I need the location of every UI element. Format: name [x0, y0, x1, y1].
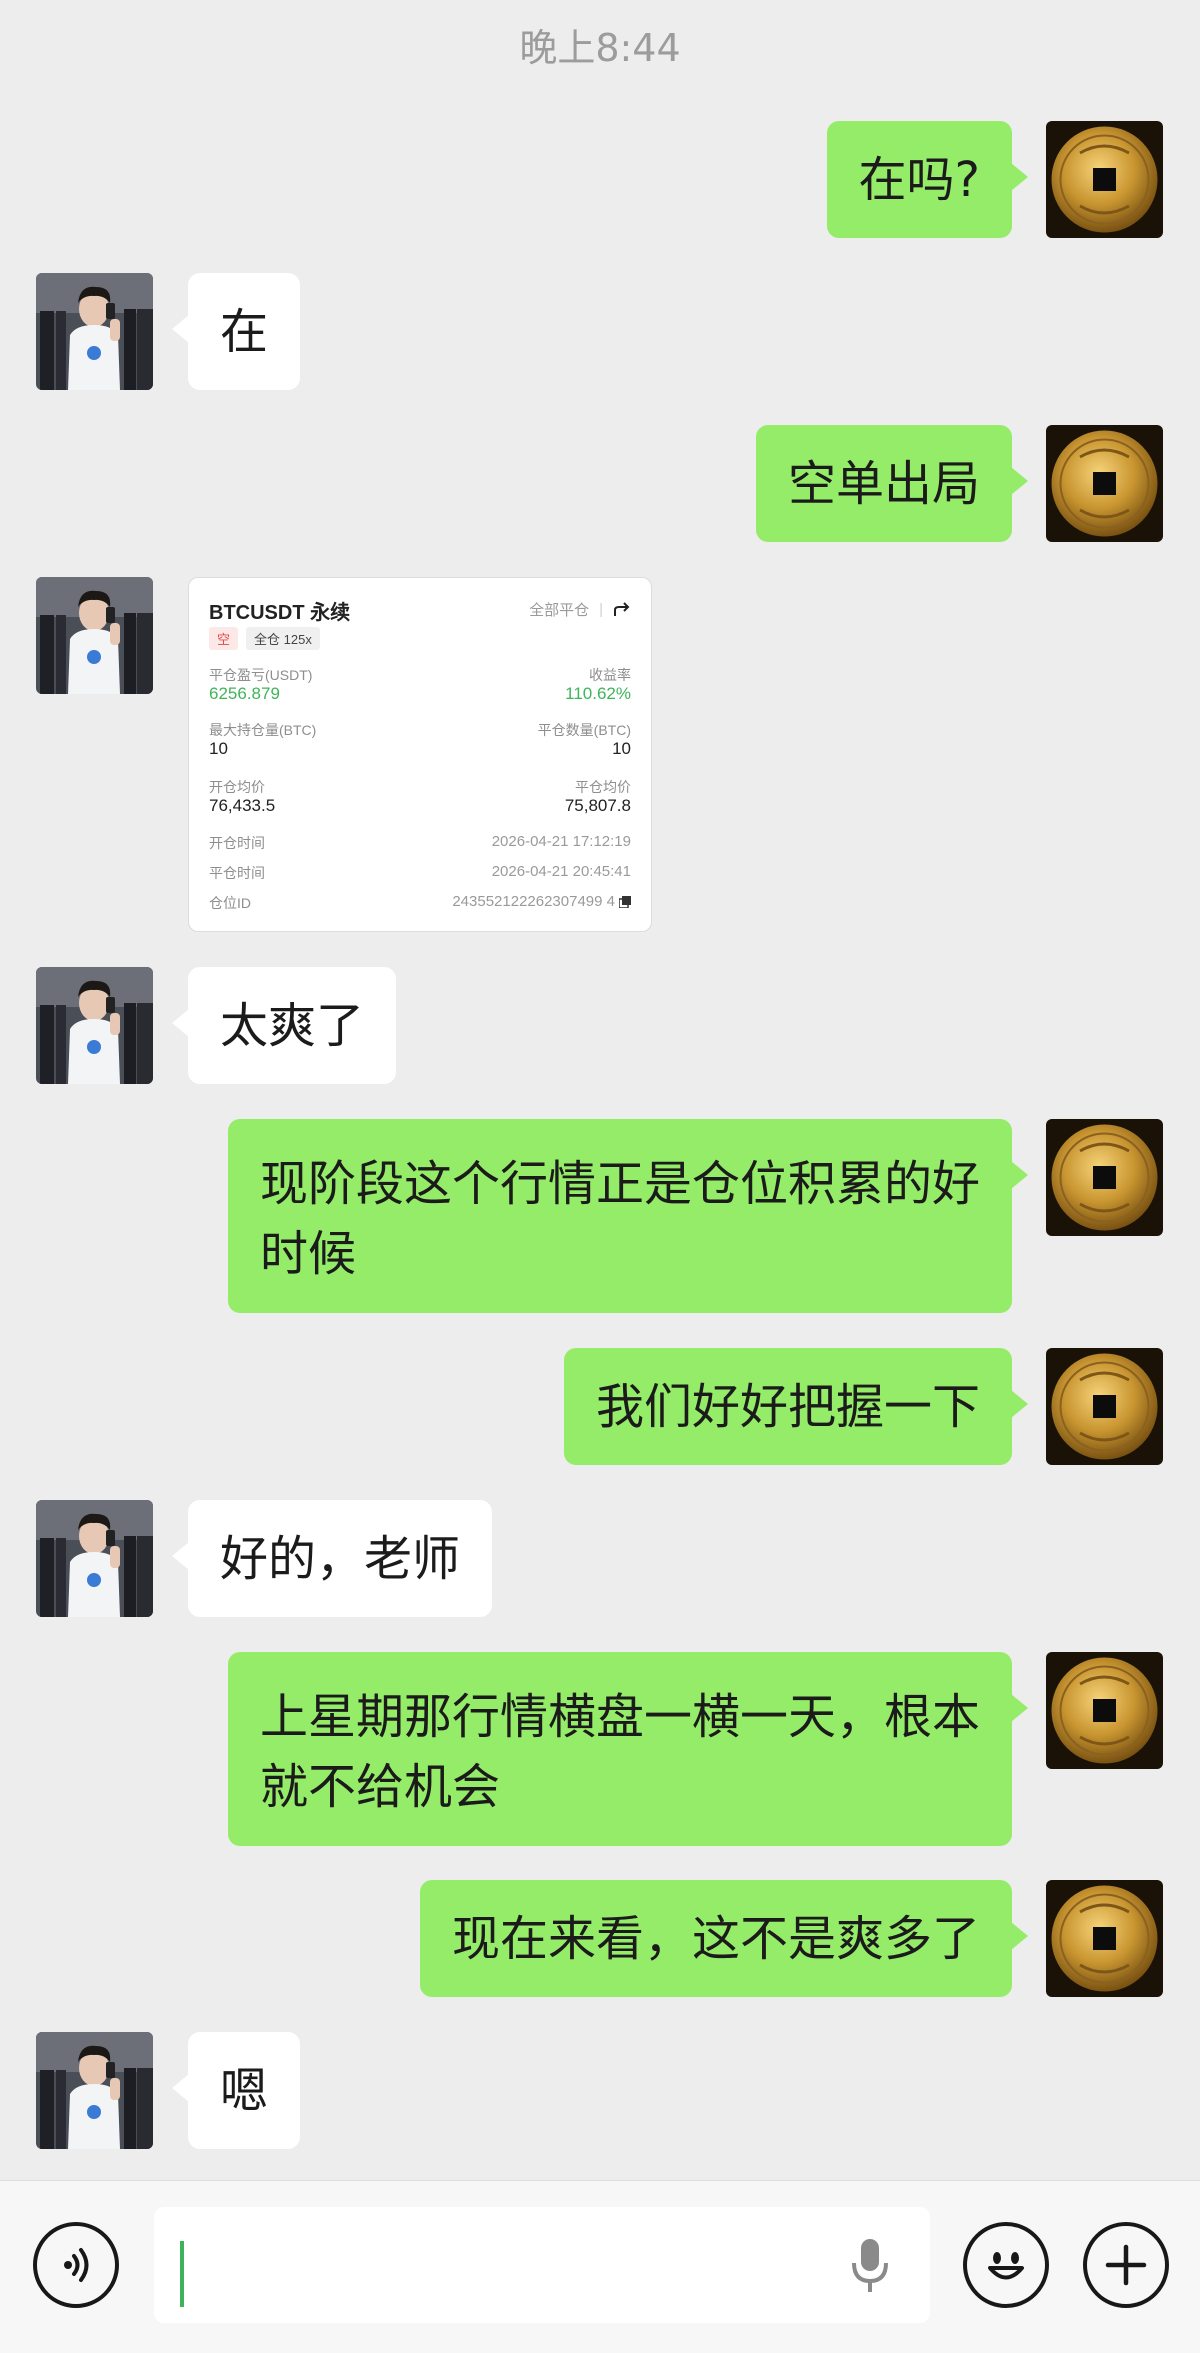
my-avatar[interactable]	[1046, 1348, 1163, 1465]
pnl-value: 6256.879	[209, 684, 280, 703]
card-actions: 全部平仓 |	[529, 599, 631, 620]
voice-mode-button[interactable]	[33, 2222, 119, 2308]
my-avatar[interactable]	[1046, 1880, 1163, 1997]
message-text: 好的，老师	[220, 1530, 461, 1587]
close-time-value: 2026-04-21 20:45:41	[491, 863, 631, 880]
message-bubble-outgoing[interactable]: 现在来看，这不是爽多了	[419, 1880, 1029, 1997]
separator: |	[599, 601, 603, 618]
message-bubble-outgoing[interactable]: 我们好好把握一下	[563, 1348, 1029, 1465]
open-avg-value: 76,433.5	[209, 796, 276, 815]
emoji-button[interactable]	[963, 2222, 1049, 2308]
message-text: 空单出局	[787, 455, 980, 512]
emoji-icon	[988, 2252, 1024, 2280]
close-avg-value: 75,807.8	[564, 796, 631, 815]
chat-timestamp: 晚上8:44	[519, 26, 681, 70]
position-id-label: 仓位ID	[209, 895, 251, 911]
message-text: 嗯	[220, 2062, 269, 2119]
my-avatar[interactable]	[1046, 1652, 1163, 1769]
message-text-line: 时候	[259, 1226, 356, 1282]
my-avatar[interactable]	[1046, 121, 1163, 238]
card-badges: 空 全仓 125x	[209, 627, 320, 650]
message-text-line: 现阶段这个行情正是仓位积累的好	[259, 1156, 980, 1212]
plus-icon	[1105, 2244, 1147, 2286]
contact-avatar[interactable]	[36, 967, 153, 1084]
trade-result-card-image[interactable]: BTCUSDT 永续 全部平仓 | 空 全仓 125x 平仓盈亏(USDT) 6…	[188, 577, 652, 932]
message-text: 在吗?	[858, 151, 980, 208]
microphone-icon[interactable]	[850, 2237, 890, 2295]
message-bubble-outgoing[interactable]: 在吗?	[826, 121, 1029, 238]
close-all-label: 全部平仓	[529, 602, 590, 619]
contact-avatar[interactable]	[36, 577, 153, 694]
message-bubble-incoming[interactable]: 嗯	[171, 2032, 301, 2149]
message-text: 现在来看，这不是爽多了	[451, 1910, 980, 1967]
chat-input-bar	[0, 2180, 1200, 2353]
contact-avatar[interactable]	[36, 2032, 153, 2149]
message-bubble-outgoing[interactable]: 现阶段这个行情正是仓位积累的好 时候	[227, 1119, 1029, 1313]
roi-value: 110.62%	[565, 684, 631, 703]
message-text-line: 就不给机会	[259, 1759, 500, 1815]
position-id-row: 243552122262307499 4	[452, 893, 631, 910]
contact-avatar[interactable]	[36, 1500, 153, 1617]
close-time-label: 平仓时间	[209, 865, 265, 881]
open-time-value: 2026-04-21 17:12:19	[491, 833, 631, 850]
close-qty-label: 平仓数量(BTC)	[537, 722, 631, 738]
message-bubble-outgoing[interactable]: 空单出局	[755, 425, 1029, 542]
open-avg-label: 开仓均价	[209, 779, 265, 795]
more-options-button[interactable]	[1083, 2222, 1169, 2308]
max-position-value: 10	[209, 739, 228, 758]
my-avatar[interactable]	[1046, 1119, 1163, 1236]
message-bubble-incoming[interactable]: 好的，老师	[171, 1500, 493, 1617]
voice-mode-icon	[64, 2248, 89, 2282]
message-text-line: 上星期那行情横盘一横一天，根本	[259, 1689, 980, 1745]
contact-avatar[interactable]	[36, 273, 153, 390]
share-icon	[614, 601, 630, 616]
card-symbol: BTCUSDT 永续	[209, 602, 351, 624]
direction-badge: 空	[209, 627, 239, 650]
margin-mode-badge: 全仓 125x	[246, 627, 320, 650]
copy-icon[interactable]	[619, 895, 631, 908]
max-position-label: 最大持仓量(BTC)	[209, 722, 317, 738]
message-text: 在	[220, 303, 269, 360]
message-bubble-incoming[interactable]: 太爽了	[171, 967, 397, 1084]
close-qty-value: 10	[612, 739, 631, 758]
message-bubble-incoming[interactable]: 在	[171, 273, 301, 390]
my-avatar[interactable]	[1046, 425, 1163, 542]
close-avg-label: 平仓均价	[575, 779, 631, 795]
open-time-label: 开仓时间	[209, 835, 265, 851]
message-text: 我们好好把握一下	[595, 1378, 980, 1435]
message-text: 太爽了	[220, 997, 365, 1054]
message-bubble-outgoing[interactable]: 上星期那行情横盘一横一天，根本 就不给机会	[227, 1652, 1029, 1846]
position-id-value: 243552122262307499 4	[452, 893, 615, 910]
text-cursor	[180, 2241, 184, 2307]
pnl-label: 平仓盈亏(USDT)	[209, 667, 313, 683]
roi-label: 收益率	[589, 667, 631, 683]
message-input[interactable]	[154, 2207, 930, 2323]
